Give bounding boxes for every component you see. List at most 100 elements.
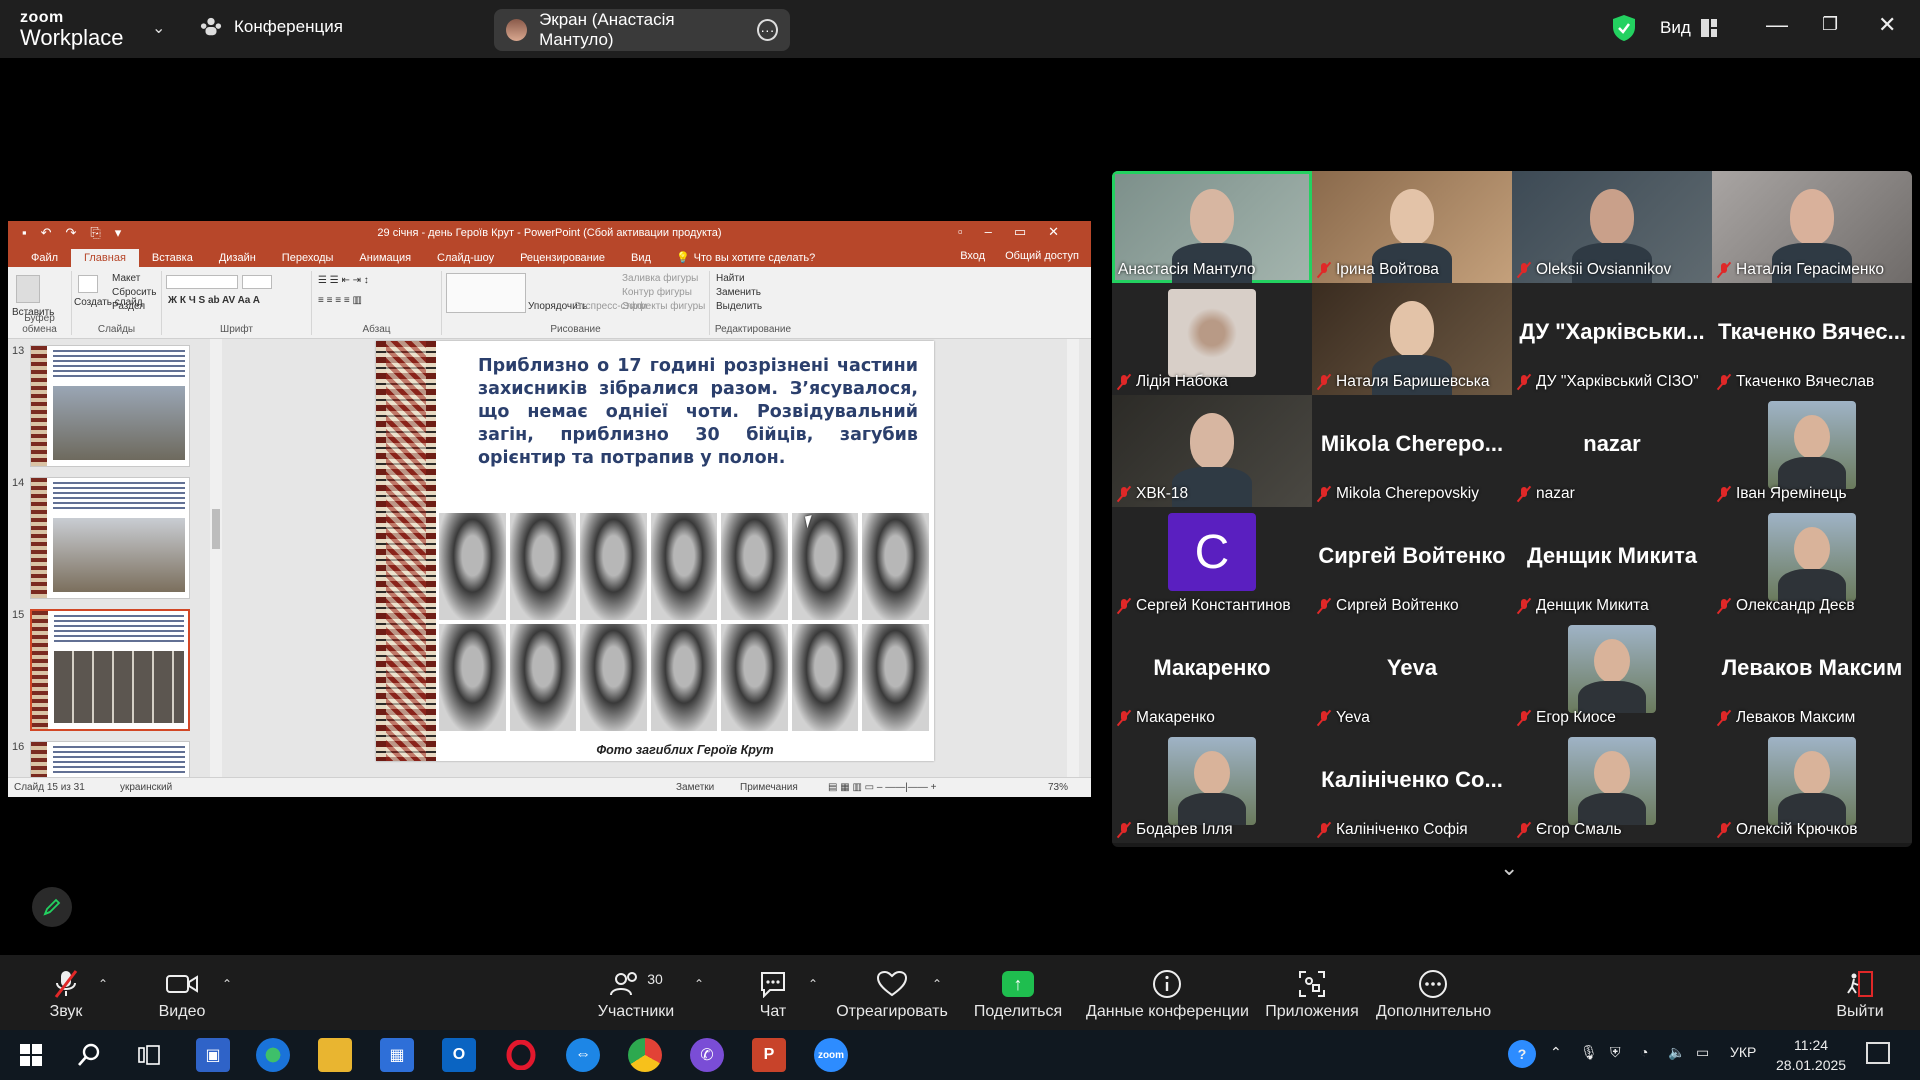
file-explorer-icon[interactable] [318, 1038, 352, 1072]
comments-button[interactable]: Примечания [740, 782, 798, 793]
shape-outline-button[interactable]: Контур фигуры [622, 287, 692, 298]
font-size-box[interactable] [242, 275, 272, 289]
participant-tile[interactable]: Oleksii Ovsiannikov [1512, 171, 1712, 283]
search-icon[interactable] [72, 1038, 106, 1072]
edge-browser-icon[interactable] [256, 1038, 290, 1072]
ppt-tab[interactable]: Переходы [269, 249, 347, 267]
tell-me-box[interactable]: Что вы хотите сделать? [692, 249, 829, 267]
participant-tile[interactable]: Ткаченко Вячес... Ткаченко Вячеслав [1712, 283, 1912, 395]
audio-options-caret-icon[interactable]: ⌃ [98, 977, 108, 991]
video-button[interactable]: Видео [156, 967, 208, 1021]
battery-icon[interactable]: ▭ [1696, 1044, 1709, 1061]
view-button[interactable]: Вид [1660, 18, 1717, 38]
system-clock[interactable]: 11:24 28.01.2025 [1776, 1035, 1846, 1075]
notes-button[interactable]: Заметки [676, 782, 714, 793]
ppt-tab[interactable]: Вставка [139, 249, 206, 267]
reset-button[interactable]: Сбросить [112, 287, 156, 298]
paste-icon[interactable] [16, 275, 40, 303]
slide-scrollbar[interactable] [1067, 339, 1079, 777]
save-app-icon[interactable]: ▣ [196, 1038, 230, 1072]
participant-tile[interactable]: nazar nazar [1512, 395, 1712, 507]
share-screen-button[interactable]: ↑ Поделиться [972, 967, 1064, 1021]
current-slide[interactable]: Приблизно о 17 годині розрізнені частини… [376, 341, 934, 761]
annotate-pencil-icon[interactable] [32, 887, 72, 927]
chat-caret-icon[interactable]: ⌃ [808, 977, 818, 991]
mute-button[interactable]: Звук [40, 967, 92, 1021]
shapes-gallery[interactable] [446, 273, 526, 313]
shape-effects-button[interactable]: Эффекты фигуры [622, 301, 705, 312]
list-icons[interactable]: ☰ ☰ ⇤ ⇥ ↕ [318, 275, 369, 286]
participant-tile[interactable]: Макаренко Макаренко [1112, 619, 1312, 731]
apps-button[interactable]: Приложения [1264, 967, 1360, 1021]
slide-thumbnail[interactable] [30, 345, 190, 467]
participant-tile[interactable]: Егор Киосе [1512, 619, 1712, 731]
section-button[interactable]: Раздел [112, 301, 145, 312]
new-slide-icon[interactable] [78, 275, 98, 293]
powerpoint-icon[interactable]: P [752, 1038, 786, 1072]
participant-tile[interactable]: Єгор Смаль [1512, 731, 1712, 843]
language-status[interactable]: украинский [120, 782, 172, 793]
notifications-icon[interactable] [1866, 1042, 1890, 1064]
participant-tile[interactable]: Іван Яремінець [1712, 395, 1912, 507]
ppt-tab[interactable]: Файл [18, 249, 71, 267]
ppt-tab[interactable]: Анимация [346, 249, 424, 267]
participant-tile[interactable]: Лідія Набока [1112, 283, 1312, 395]
task-view-icon[interactable] [132, 1038, 166, 1072]
network-icon[interactable]: ◔ [1640, 1044, 1648, 1060]
ppt-window-controls[interactable]: ▫–▭✕ [958, 224, 1081, 240]
participant-tile[interactable]: Калініченко Со... Калініченко Софія [1312, 731, 1512, 843]
slide-thumbnail-selected[interactable] [30, 609, 190, 731]
gallery-chevron-down-icon[interactable]: ⌄ [1500, 855, 1518, 881]
ppt-tab[interactable]: Вид [618, 249, 664, 267]
share-link[interactable]: Общий доступ [1005, 250, 1079, 262]
screen-share-pill[interactable]: Экран (Анастасія Мантуло) ··· [494, 9, 790, 51]
participant-tile[interactable]: ХВК-18 [1112, 395, 1312, 507]
more-button[interactable]: Дополнительно [1376, 967, 1491, 1021]
tray-chevron-up-icon[interactable]: ⌃ [1550, 1044, 1562, 1061]
font-name-box[interactable] [166, 275, 238, 289]
windows-start-icon[interactable] [14, 1038, 48, 1072]
select-button[interactable]: Выделить [716, 301, 762, 312]
participant-tile[interactable]: Наталія Герасіменко [1712, 171, 1912, 283]
tray-mic-icon[interactable]: 🎙 [1580, 1044, 1598, 1061]
volume-icon[interactable]: 🔈 [1668, 1044, 1685, 1061]
zoom-level[interactable]: 73% [1048, 782, 1068, 793]
close-icon[interactable]: ✕ [1878, 12, 1896, 38]
react-button[interactable]: Отреагировать [836, 967, 948, 1021]
chevron-down-icon[interactable]: ⌄ [152, 18, 165, 38]
more-icon[interactable]: ··· [756, 19, 778, 41]
ppt-tab[interactable]: Дизайн [206, 249, 269, 267]
meeting-info-button[interactable]: Данные конференции [1086, 967, 1249, 1021]
help-icon[interactable]: ? [1508, 1040, 1536, 1068]
participants-caret-icon[interactable]: ⌃ [694, 977, 704, 991]
align-icons[interactable]: ≡ ≡ ≡ ≡ ▥ [318, 295, 362, 306]
participant-tile[interactable]: Денщик Микита Денщик Микита [1512, 507, 1712, 619]
slide-thumbnail[interactable] [30, 477, 190, 599]
store-icon[interactable]: ▦ [380, 1038, 414, 1072]
participant-tile[interactable]: Yeva Yeva [1312, 619, 1512, 731]
leave-button[interactable]: Выйти [1836, 967, 1884, 1021]
find-button[interactable]: Найти [716, 273, 745, 284]
minimize-icon[interactable]: — [1766, 12, 1788, 38]
thumbnails-scrollbar[interactable] [210, 339, 222, 777]
tray-security-icon[interactable]: ⛨ [1610, 1044, 1621, 1061]
participant-tile[interactable]: Ірина Войтова [1312, 171, 1512, 283]
replace-button[interactable]: Заменить [716, 287, 761, 298]
participant-tile[interactable]: Олексій Крючков [1712, 731, 1912, 843]
opera-icon[interactable] [504, 1038, 538, 1072]
chrome-icon[interactable] [628, 1038, 662, 1072]
layout-button[interactable]: Макет [112, 273, 140, 284]
input-language[interactable]: УКР [1730, 1044, 1756, 1060]
participant-tile[interactable]: C Сергей Константинов [1112, 507, 1312, 619]
participant-tile[interactable]: Mikola Cherepo... Mikola Cherepovskiy [1312, 395, 1512, 507]
participant-tile[interactable]: Анастасія Мантуло [1112, 171, 1312, 283]
chat-button[interactable]: Чат [748, 967, 798, 1021]
participant-tile[interactable]: Сиргей Войтенко Сиргей Войтенко [1312, 507, 1512, 619]
teamviewer-icon[interactable]: ⇔ [566, 1038, 600, 1072]
zoom-app-icon[interactable]: zoom [798, 1032, 864, 1080]
participant-tile[interactable]: Олександр Деєв [1712, 507, 1912, 619]
participant-tile[interactable]: Леваков Максим Леваков Максим [1712, 619, 1912, 731]
shape-fill-button[interactable]: Заливка фигуры [622, 273, 698, 284]
participant-tile[interactable]: Наталя Баришевська [1312, 283, 1512, 395]
ppt-tab[interactable]: Слайд-шоу [424, 249, 507, 267]
